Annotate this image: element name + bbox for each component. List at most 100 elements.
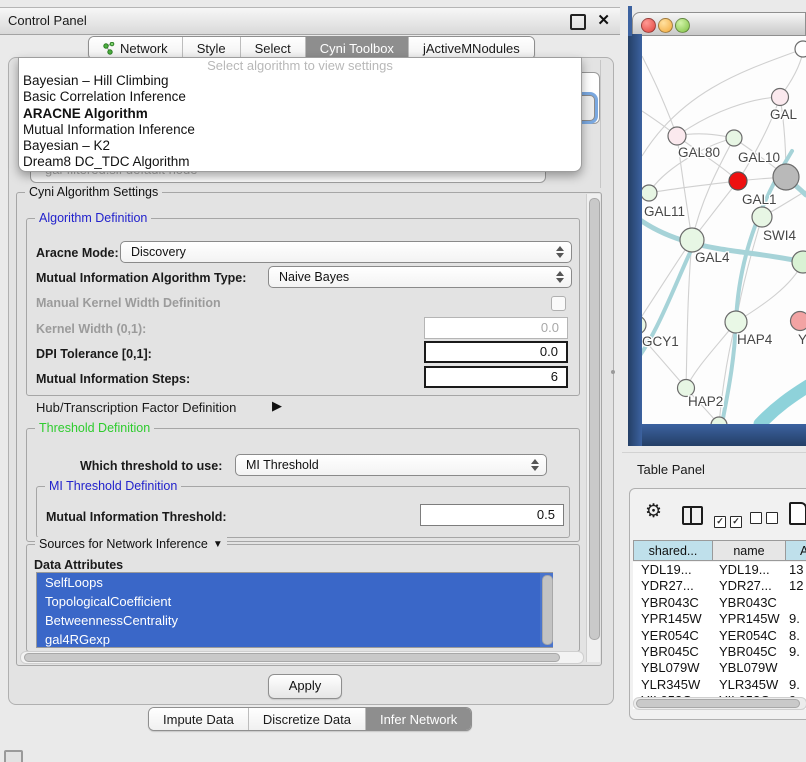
mi-steps-field[interactable]: 6: [424, 366, 568, 388]
node-gal80[interactable]: [668, 127, 686, 145]
list-item[interactable]: gal4RGexp: [37, 630, 552, 648]
table-row[interactable]: YER054CYER054C8.: [633, 628, 806, 644]
splitter-grip[interactable]: [611, 370, 615, 374]
tab-impute-data[interactable]: Impute Data: [149, 708, 249, 730]
cell: 9.: [786, 611, 800, 627]
gear-icon[interactable]: ⚙: [645, 500, 662, 523]
hidden-group-border: [600, 60, 601, 188]
tab-style[interactable]: Style: [183, 37, 241, 59]
table-row[interactable]: YBR045CYBR045C9.: [633, 644, 806, 660]
node-gal10[interactable]: [726, 130, 742, 146]
node-gal-partial[interactable]: [772, 89, 789, 106]
column-header-partial[interactable]: A: [786, 540, 806, 561]
dropdown-item[interactable]: Basic Correlation Inference: [23, 89, 581, 105]
dropdown-item[interactable]: Dream8 DC_TDC Algorithm: [23, 154, 581, 170]
tab-discretize-data-label: Discretize Data: [263, 712, 351, 727]
list-item[interactable]: BetweennessCentrality: [37, 611, 552, 630]
network-window-frame-bottom: [642, 424, 806, 446]
table-row[interactable]: YBL079WYBL079W: [633, 660, 806, 676]
node-gal11[interactable]: [642, 185, 657, 201]
list-item[interactable]: TopologicalCoefficient: [37, 592, 552, 611]
settings-scrollbar-vertical[interactable]: [586, 194, 600, 662]
float-panel-icon[interactable]: [570, 14, 586, 30]
node-gray[interactable]: [773, 164, 799, 190]
table-hscroll-thumb[interactable]: [636, 699, 800, 708]
apply-button[interactable]: Apply: [268, 674, 342, 699]
dropdown-item[interactable]: Mutual Information Inference: [23, 122, 581, 138]
table-row[interactable]: YLR345WYLR345W9.: [633, 677, 806, 693]
node-swi4[interactable]: [752, 207, 772, 227]
list-item[interactable]: SelfLoops: [37, 573, 552, 592]
collapsed-panel-icon[interactable]: [4, 750, 23, 762]
tab-network[interactable]: Network: [89, 37, 183, 59]
table-row[interactable]: YPR145WYPR145W9.: [633, 611, 806, 627]
label-hap2: HAP2: [688, 394, 723, 409]
table-panel-title: Table Panel: [637, 462, 705, 477]
cell: YPR145W: [633, 611, 713, 627]
window-zoom-icon[interactable]: [675, 18, 690, 33]
expander-right-arrow-icon[interactable]: ▶: [272, 398, 282, 414]
attributes-scrollbar-thumb[interactable]: [542, 575, 553, 645]
aracne-mode-combo[interactable]: Discovery: [120, 241, 572, 263]
kernel-width-value: 0.0: [541, 320, 559, 335]
node-green-right[interactable]: [792, 251, 806, 273]
dropdown-item-selected[interactable]: ARACNE Algorithm: [23, 106, 581, 122]
node-gal4[interactable]: [680, 228, 704, 252]
new-table-icon[interactable]: [789, 502, 806, 525]
unchecked-columns-icon[interactable]: [750, 511, 782, 529]
tab-select[interactable]: Select: [241, 37, 306, 59]
table-row[interactable]: YDL19...YDL19...13: [633, 562, 806, 578]
settings-scrollbar-thumb[interactable]: [589, 198, 600, 640]
tab-cyni-toolbox[interactable]: Cyni Toolbox: [306, 37, 409, 59]
dpi-tolerance-field[interactable]: 0.0: [424, 341, 568, 363]
dpi-tolerance-value: 0.0: [540, 344, 558, 359]
window-close-icon[interactable]: [641, 18, 656, 33]
mi-algorithm-type-combo[interactable]: Naive Bayes: [268, 266, 572, 288]
split-columns-icon[interactable]: [682, 506, 703, 525]
algorithm-definition-title: Algorithm Definition: [35, 211, 151, 225]
node-salmon[interactable]: [791, 312, 806, 331]
attributes-scrollbar[interactable]: [540, 573, 553, 647]
table-row[interactable]: YDR27...YDR27...12: [633, 578, 806, 594]
expander-down-arrow-icon[interactable]: ▼: [213, 539, 223, 550]
dropdown-item[interactable]: Bayesian – Hill Climbing: [23, 73, 581, 89]
which-threshold-label: Which threshold to use:: [80, 459, 222, 473]
settings-scrollbar-horizontal[interactable]: [20, 651, 584, 664]
settings-hscroll-thumb[interactable]: [24, 653, 560, 662]
checked-columns-icon[interactable]: ✓✓: [714, 511, 746, 529]
tab-discretize-data[interactable]: Discretize Data: [249, 708, 366, 730]
which-threshold-value: MI Threshold: [246, 458, 319, 472]
column-header-name[interactable]: name: [713, 540, 786, 561]
node-gcy1[interactable]: [642, 316, 646, 334]
control-panel-titlebar[interactable]: Control Panel ✕: [0, 7, 620, 35]
mi-steps-value: 6: [551, 369, 558, 384]
dropdown-item[interactable]: Bayesian – K2: [23, 138, 581, 154]
window-minimize-icon[interactable]: [658, 18, 673, 33]
node-hap4[interactable]: [725, 311, 747, 333]
tab-jactivemnodules[interactable]: jActiveMNodules: [409, 37, 534, 59]
data-attributes-list[interactable]: SelfLoops TopologicalCoefficient Between…: [36, 572, 553, 648]
node-gal1-red[interactable]: [729, 172, 747, 190]
table-row[interactable]: YBR043CYBR043C: [633, 595, 806, 611]
cell: YBL079W: [633, 660, 713, 676]
column-header-shared[interactable]: shared...: [633, 540, 713, 561]
network-canvas[interactable]: GAL GAL80 GAL10 GAL1 GAL11 SWI4 GAL4 GCY…: [642, 36, 806, 424]
stepper-icon: [556, 271, 564, 283]
kernel-width-field[interactable]: 0.0: [424, 317, 568, 339]
table-scrollbar-horizontal[interactable]: [633, 697, 806, 710]
hub-expander-label: Hub/Transcription Factor Definition: [36, 400, 236, 415]
manual-kernel-checkbox[interactable]: [551, 296, 566, 311]
label-gal80: GAL80: [678, 145, 720, 160]
which-threshold-combo[interactable]: MI Threshold: [235, 454, 547, 476]
label-gal-partial: GAL: [770, 107, 798, 122]
table-body[interactable]: YDL19...YDL19...13 YDR27...YDR27...12 YB…: [633, 562, 806, 709]
close-icon[interactable]: ✕: [597, 11, 610, 29]
tab-infer-network[interactable]: Infer Network: [366, 708, 471, 730]
network-window-titlebar[interactable]: [632, 12, 806, 36]
cell: YBR043C: [713, 595, 786, 611]
mi-threshold-field[interactable]: 0.5: [420, 504, 564, 526]
dpi-tolerance-label: DPI Tolerance [0,1]:: [36, 347, 152, 361]
node-unlabeled[interactable]: [795, 41, 806, 57]
threshold-definition-title: Threshold Definition: [35, 421, 154, 435]
tab-select-label: Select: [255, 41, 291, 56]
